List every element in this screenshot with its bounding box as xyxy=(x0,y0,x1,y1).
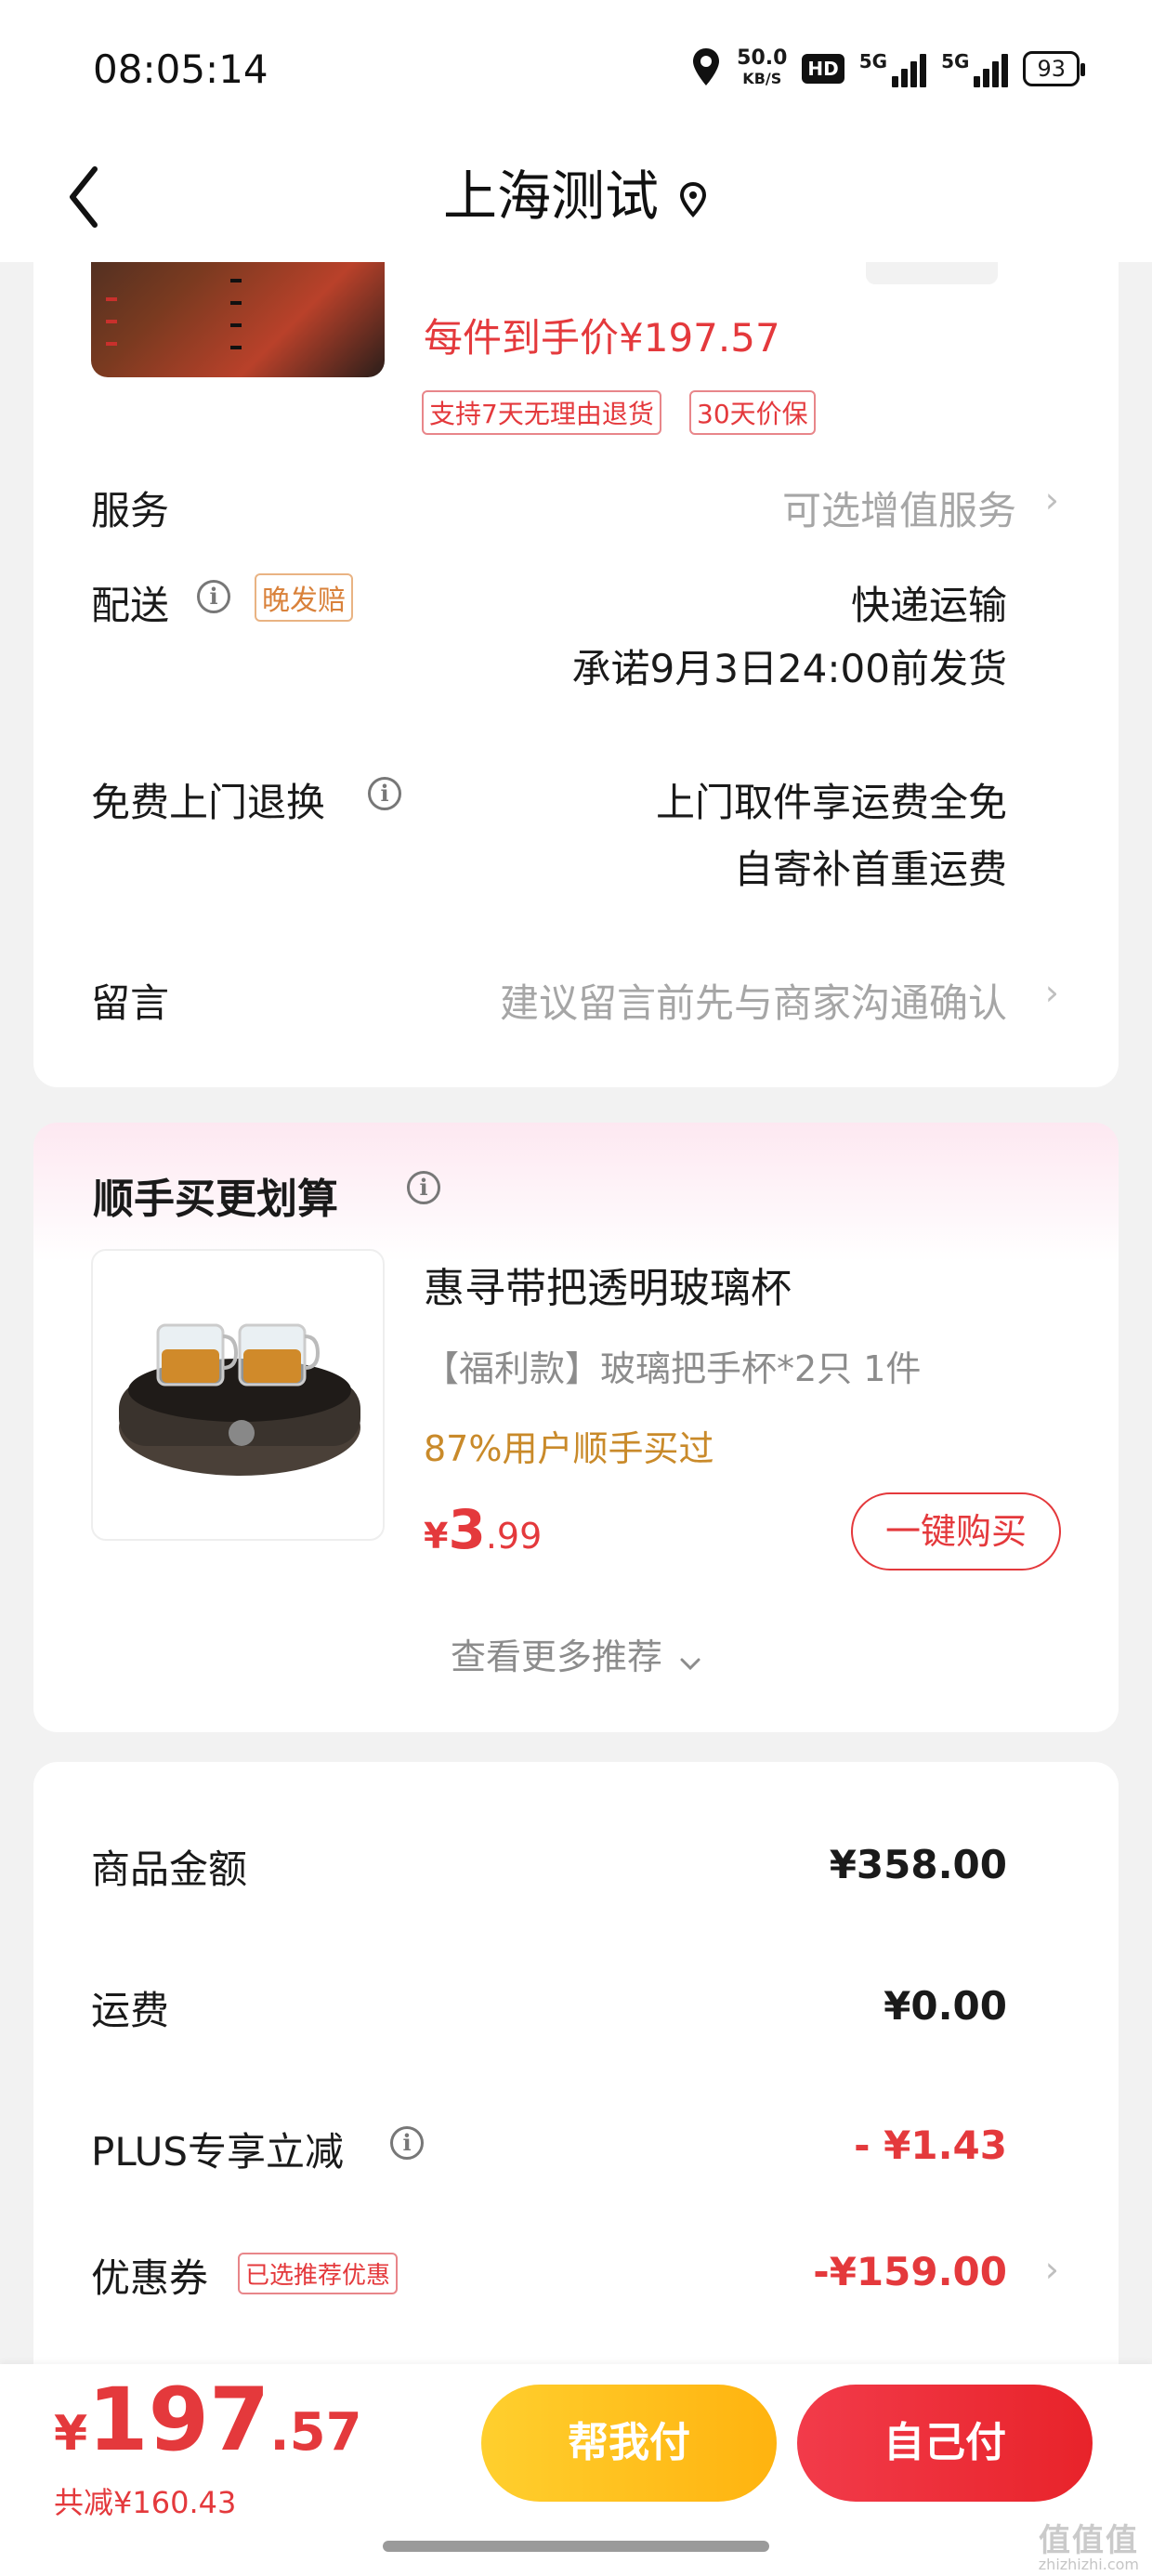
info-icon[interactable]: i xyxy=(197,580,230,613)
service-value[interactable]: 可选增值服务 xyxy=(782,480,1016,536)
coupon-value[interactable]: -¥159.00 xyxy=(813,2249,1007,2294)
signal-icon: 5G xyxy=(858,50,927,87)
message-label: 留言 xyxy=(91,980,170,1026)
location-icon xyxy=(690,46,722,91)
total-price-symbol: ¥ xyxy=(54,2406,88,2462)
shipping-value: ¥0.00 xyxy=(884,1983,1007,2029)
late-delivery-badge: 晚发赔 xyxy=(255,573,353,622)
chevron-down-icon xyxy=(679,1639,701,1680)
message-input[interactable]: 建议留言前先与商家沟通确认 xyxy=(500,972,1007,1029)
addon-purchase-stat: 87%用户顺手买过 xyxy=(424,1428,714,1469)
coupon-badge: 已选推荐优惠 xyxy=(238,2253,399,2294)
addon-title: 顺手买更划算 xyxy=(93,1176,338,1223)
signal-label: 5G xyxy=(941,50,970,72)
total-price: ¥197.57 xyxy=(54,2370,362,2471)
addon-price-symbol: ¥ xyxy=(424,1516,449,1557)
addon-product-name[interactable]: 惠寻带把透明玻璃杯 xyxy=(424,1255,792,1314)
service-label: 服务 xyxy=(91,488,170,533)
battery-icon: 93 xyxy=(1023,51,1085,86)
more-recommendations-link[interactable]: 查看更多推荐 xyxy=(0,1628,1152,1680)
status-bar: 08:05:14 50.0 KB/S HD 5G 5G 93 xyxy=(0,0,1152,139)
network-speed-value: 50.0 xyxy=(737,46,788,70)
coupon-label: 优惠券 xyxy=(91,2255,209,2301)
watermark: 值值值 xyxy=(1039,2522,1139,2559)
price-protection-tag: 30天价保 xyxy=(689,390,816,435)
signal-icon: 5G xyxy=(941,50,1009,87)
status-time: 08:05:14 xyxy=(93,46,268,92)
free-return-label: 免费上门退换 xyxy=(91,780,326,825)
total-price-dec: .57 xyxy=(269,2402,362,2463)
quick-buy-button[interactable]: 一键购买 xyxy=(851,1492,1061,1571)
signal-label: 5G xyxy=(858,50,888,72)
more-recommendations-text: 查看更多推荐 xyxy=(450,1636,662,1677)
addon-price-int: 3 xyxy=(448,1498,486,1561)
hd-icon: HD xyxy=(802,54,844,84)
goods-amount-label: 商品金额 xyxy=(91,1847,248,1892)
free-return-line2: 自寄补首重运费 xyxy=(733,847,1007,892)
info-icon[interactable]: i xyxy=(368,777,401,810)
watermark-sub: zhizhizhi.com xyxy=(1038,2556,1139,2573)
addon-product-image[interactable] xyxy=(91,1249,385,1541)
total-saved: 共减¥160.43 xyxy=(54,2485,237,2520)
delivery-label: 配送 xyxy=(91,583,170,628)
goods-amount-value: ¥358.00 xyxy=(829,1842,1007,1887)
info-icon[interactable]: i xyxy=(390,2126,424,2160)
status-icons: 50.0 KB/S HD 5G 5G 93 xyxy=(690,43,1085,95)
delivery-promise: 承诺9月3日24:00前发货 xyxy=(571,646,1007,691)
home-indicator[interactable] xyxy=(383,2541,769,2552)
info-icon[interactable]: i xyxy=(407,1171,440,1204)
plus-discount-label: PLUS专享立减 xyxy=(91,2129,345,2175)
chevron-right-icon[interactable]: › xyxy=(1045,972,1059,1013)
shipping-label: 运费 xyxy=(91,1988,170,2033)
addon-price: ¥3.99 xyxy=(424,1498,542,1561)
addon-product-spec: 【福利款】玻璃把手杯*2只 1件 xyxy=(424,1348,922,1389)
chevron-right-icon[interactable]: › xyxy=(1045,2249,1059,2290)
total-price-int: 197 xyxy=(87,2370,270,2471)
free-return-line1: 上门取件享运费全免 xyxy=(655,780,1007,825)
network-speed: 50.0 KB/S xyxy=(737,48,787,89)
delivery-method: 快递运输 xyxy=(850,583,1007,628)
page-title[interactable]: 上海测试 xyxy=(0,152,1152,231)
unit-price: 每件到手价¥197.57 xyxy=(424,315,780,361)
page-title-text: 上海测试 xyxy=(442,164,659,228)
plus-discount-value: - ¥1.43 xyxy=(854,2123,1007,2168)
nav-bar: 上海测试 xyxy=(0,139,1152,262)
network-speed-unit: KB/S xyxy=(742,70,782,87)
help-pay-button[interactable]: 帮我付 xyxy=(481,2385,777,2502)
self-pay-button[interactable]: 自己付 xyxy=(797,2385,1093,2502)
return-policy-tag: 支持7天无理由退货 xyxy=(422,390,661,435)
location-pin-icon[interactable] xyxy=(677,168,709,231)
addon-price-dec: .99 xyxy=(485,1516,543,1557)
chevron-right-icon[interactable]: › xyxy=(1045,480,1059,520)
